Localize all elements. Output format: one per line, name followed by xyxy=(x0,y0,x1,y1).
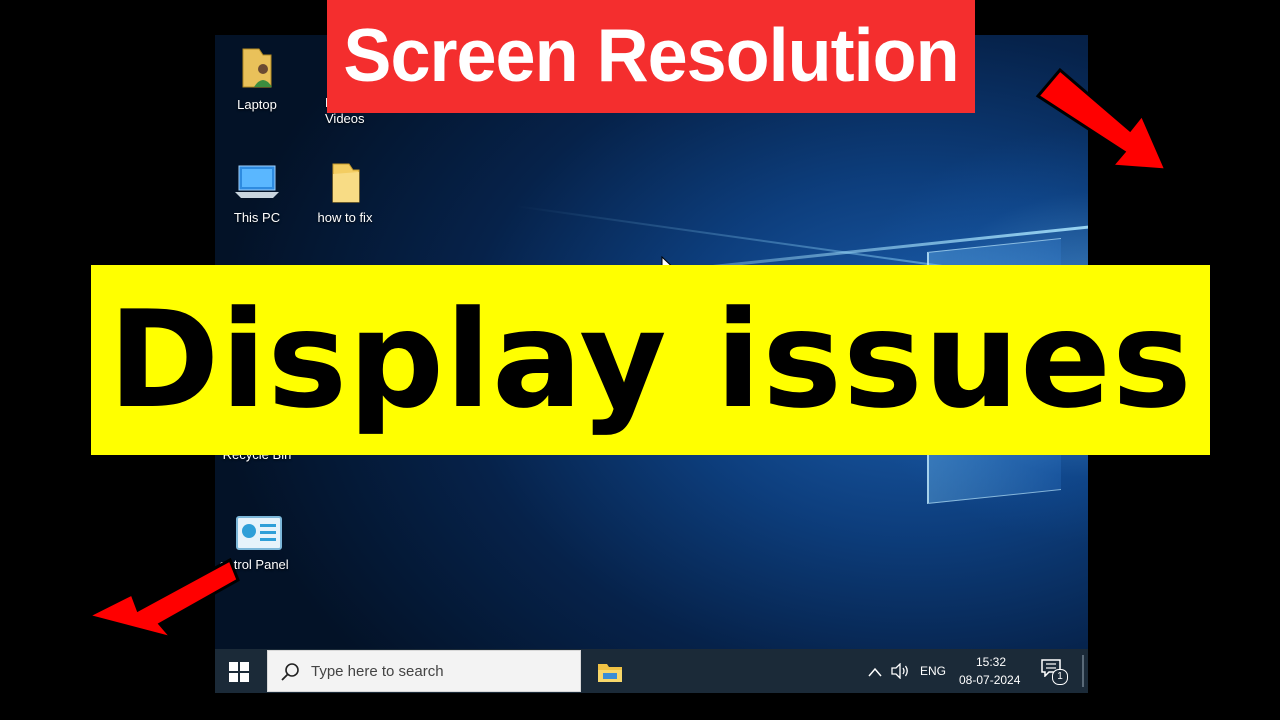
taskbar: Type here to search ENG 15:32 08-07-2024… xyxy=(215,649,1088,693)
screen-resolution-banner: Screen Resolution xyxy=(327,0,975,113)
show-desktop-button[interactable] xyxy=(1082,655,1084,687)
volume-icon[interactable] xyxy=(890,663,910,679)
arrow-top-right-icon xyxy=(1035,67,1169,172)
windows-start-icon[interactable] xyxy=(228,661,250,683)
notification-count-badge: 1 xyxy=(1052,669,1068,685)
desktop-icon-label: how to fix xyxy=(317,210,373,225)
notification-center-button[interactable]: 1 xyxy=(1041,659,1068,685)
clock-date[interactable]: 08-07-2024 xyxy=(959,673,1020,687)
taskbar-search-box[interactable]: Type here to search xyxy=(267,650,581,692)
folder-user-icon xyxy=(242,48,272,88)
desktop-icon-how-to-fix[interactable]: how to fix xyxy=(300,162,390,225)
clock-time[interactable]: 15:32 xyxy=(976,655,1006,669)
desktop-icon-label: This PC xyxy=(233,210,281,225)
control-panel-icon xyxy=(236,516,282,550)
desktop-icon-laptop[interactable]: Laptop xyxy=(215,45,302,112)
chevron-up-icon[interactable] xyxy=(868,667,882,677)
computer-icon xyxy=(235,165,279,198)
search-icon xyxy=(281,663,299,681)
desktop-icon-this-pc[interactable]: This PC xyxy=(215,162,302,225)
file-explorer-icon[interactable] xyxy=(597,661,623,683)
desktop-icon-label: Laptop xyxy=(237,97,277,112)
banner-top-title: Screen Resolution xyxy=(343,13,959,98)
display-issues-banner: Display issues xyxy=(91,265,1210,455)
banner-main-title: Display issues xyxy=(108,282,1193,438)
language-indicator[interactable]: ENG xyxy=(920,664,946,678)
search-placeholder: Type here to search xyxy=(311,663,444,680)
arrow-bottom-left-icon xyxy=(83,557,240,641)
folder-icon xyxy=(332,163,360,203)
